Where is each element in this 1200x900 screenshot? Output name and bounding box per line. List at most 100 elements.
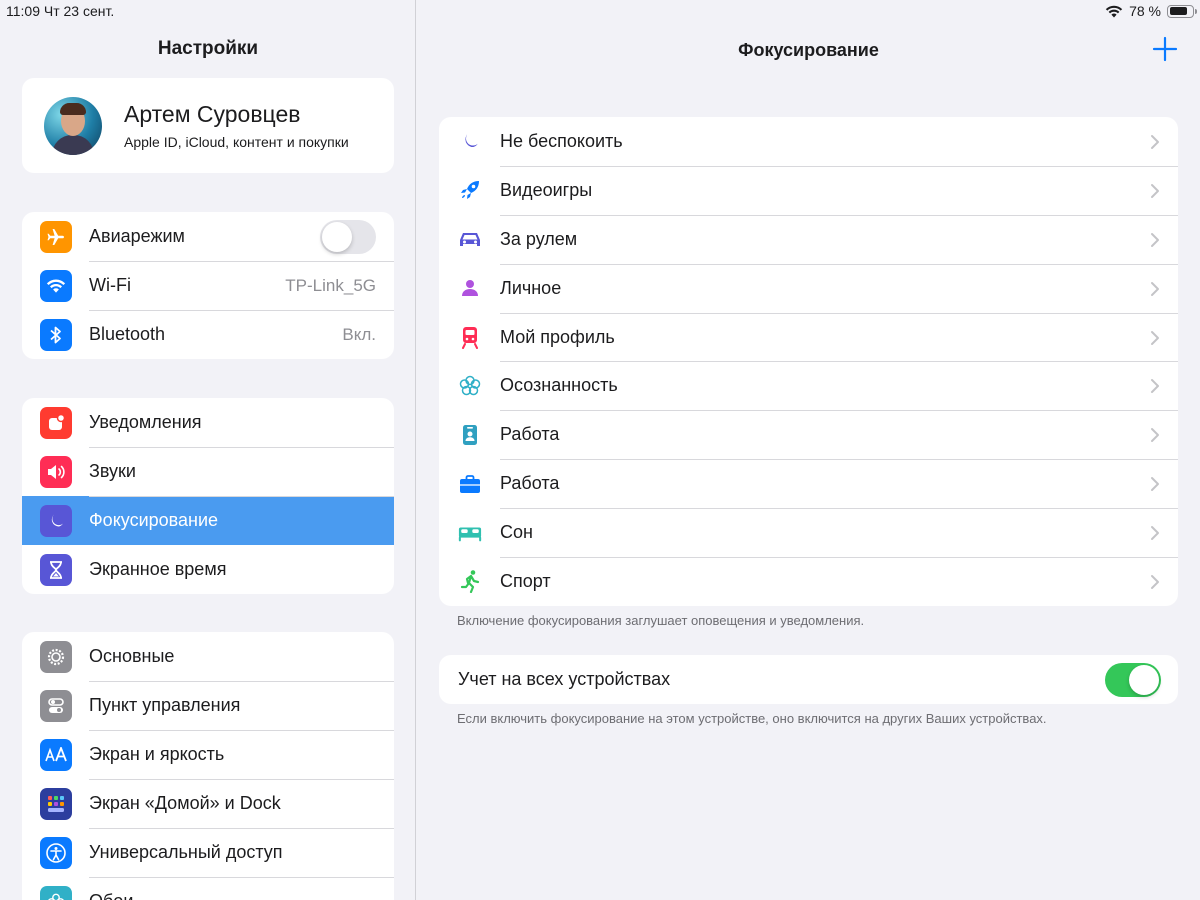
sidebar-item-bluetooth[interactable]: Bluetooth Вкл. bbox=[22, 310, 394, 359]
notifications-icon bbox=[40, 406, 72, 439]
focus-item-sleep[interactable]: Сон bbox=[439, 508, 1178, 557]
focus-item-label: Сон bbox=[500, 522, 533, 543]
focus-item-do-not-disturb[interactable]: Не беспокоить bbox=[439, 117, 1178, 166]
chevron-right-icon bbox=[1151, 232, 1159, 247]
sidebar-item-label: Пункт управления bbox=[89, 695, 241, 715]
gear-icon bbox=[40, 640, 72, 673]
runner-icon bbox=[458, 569, 482, 594]
profile-subtitle: Apple ID, iCloud, контент и покупки bbox=[124, 134, 349, 150]
person-icon bbox=[458, 276, 482, 300]
avatar bbox=[44, 96, 102, 155]
sidebar-item-notifications[interactable]: Уведомления bbox=[22, 398, 394, 447]
status-time: 11:09 Чт 23 сент. bbox=[6, 3, 114, 19]
sidebar-item-home-screen[interactable]: Экран «Домой» и Dock bbox=[22, 779, 394, 828]
car-icon bbox=[458, 227, 482, 251]
page-title: Фокусирование bbox=[738, 40, 879, 60]
status-bar: 11:09 Чт 23 сент. 78 % bbox=[0, 0, 1200, 22]
wifi-network-value: TP-Link_5G bbox=[285, 275, 376, 295]
sidebar-item-label: Экран «Домой» и Dock bbox=[89, 793, 281, 813]
sidebar-item-display[interactable]: Экран и яркость bbox=[22, 730, 394, 779]
focus-detail-pane: Фокусирование Не беспокоить Видеоигры За… bbox=[417, 0, 1200, 900]
briefcase-icon bbox=[458, 472, 482, 496]
focus-item-label: Работа bbox=[500, 424, 560, 445]
share-across-devices-toggle[interactable] bbox=[1105, 662, 1161, 697]
sidebar-item-screen-time[interactable]: Экранное время bbox=[22, 545, 394, 594]
profile-name: Артем Суровцев bbox=[124, 101, 301, 127]
chevron-right-icon bbox=[1151, 575, 1159, 590]
mindfulness-icon bbox=[458, 374, 482, 398]
chevron-right-icon bbox=[1151, 526, 1159, 541]
bluetooth-status-value: Вкл. bbox=[342, 324, 376, 344]
settings-sidebar: Настройки Артем Суровцев Apple ID, iClou… bbox=[0, 0, 416, 900]
connectivity-group: Авиарежим Wi-Fi TP-Link_5G Bluetooth Вкл… bbox=[22, 212, 394, 359]
sidebar-title: Настройки bbox=[157, 38, 259, 59]
focus-item-mindfulness[interactable]: Осознанность bbox=[439, 361, 1178, 410]
sidebar-item-label: Основные bbox=[89, 646, 175, 666]
sidebar-item-label: Bluetooth bbox=[89, 324, 166, 344]
general-group: Основные Пункт управления Экран и яркост… bbox=[22, 632, 394, 900]
chevron-right-icon bbox=[1151, 135, 1159, 149]
chevron-right-icon bbox=[1151, 379, 1159, 394]
sidebar-item-label: Wi-Fi bbox=[89, 275, 131, 295]
sidebar-item-label: Звуки bbox=[89, 461, 136, 481]
status-indicators: 78 % bbox=[1105, 3, 1197, 19]
airplane-icon bbox=[40, 220, 72, 253]
chevron-right-icon bbox=[1151, 428, 1159, 443]
sidebar-item-label: Универсальный доступ bbox=[89, 842, 283, 862]
home-grid-icon bbox=[40, 787, 72, 820]
rocket-icon bbox=[458, 178, 482, 202]
bluetooth-icon bbox=[40, 318, 72, 351]
sidebar-item-label: Экранное время bbox=[89, 559, 227, 579]
focus-item-personal[interactable]: Личное bbox=[439, 263, 1178, 313]
wifi-icon bbox=[40, 269, 72, 302]
focus-item-label: Видеоигры bbox=[500, 179, 593, 200]
focus-item-label: За рулем bbox=[500, 228, 578, 249]
chevron-right-icon bbox=[1151, 477, 1159, 492]
sidebar-item-label: Экран и яркость bbox=[89, 744, 225, 764]
focus-item-label: Спорт bbox=[500, 570, 551, 591]
battery-level bbox=[1169, 7, 1187, 15]
sidebar-item-sounds[interactable]: Звуки bbox=[22, 447, 394, 496]
sidebar-item-focus[interactable]: Фокусирование bbox=[22, 496, 394, 545]
focus-item-work-badge[interactable]: Работа bbox=[439, 410, 1178, 459]
sidebar-item-accessibility[interactable]: Универсальный доступ bbox=[22, 828, 394, 877]
battery-percent: 78 % bbox=[1129, 3, 1161, 19]
sidebar-item-wallpaper[interactable]: Обои bbox=[22, 877, 394, 900]
sidebar-item-label: Фокусирование bbox=[89, 510, 219, 530]
focus-item-fitness[interactable]: Спорт bbox=[439, 557, 1178, 606]
sidebar-item-wifi[interactable]: Wi-Fi TP-Link_5G bbox=[22, 261, 394, 310]
text-size-icon bbox=[40, 738, 72, 771]
focus-modes-list: Не беспокоить Видеоигры За рулем Личное … bbox=[439, 117, 1178, 606]
focus-item-my-profile[interactable]: Мой профиль bbox=[439, 312, 1178, 362]
sidebar-item-general[interactable]: Основные bbox=[22, 632, 394, 681]
focus-item-label: Мой профиль bbox=[500, 326, 615, 347]
date: Чт 23 сент. bbox=[43, 3, 115, 19]
chevron-right-icon bbox=[1151, 183, 1159, 198]
share-across-devices-row: Учет на всех устройствах bbox=[439, 655, 1178, 704]
focus-item-label: Осознанность bbox=[500, 375, 618, 396]
focus-item-driving[interactable]: За рулем bbox=[439, 214, 1178, 264]
airplane-toggle[interactable] bbox=[320, 219, 376, 254]
time: 11:09 bbox=[6, 3, 40, 19]
moon-icon bbox=[40, 504, 72, 537]
apple-id-profile[interactable]: Артем Суровцев Apple ID, iCloud, контент… bbox=[22, 78, 394, 173]
switches-icon bbox=[40, 689, 72, 722]
sidebar-item-label: Авиарежим bbox=[89, 226, 185, 246]
id-badge-icon bbox=[458, 423, 482, 447]
bed-icon bbox=[458, 521, 482, 545]
focus-item-work-briefcase[interactable]: Работа bbox=[439, 459, 1178, 508]
add-focus-button[interactable] bbox=[1152, 36, 1178, 62]
focus-item-label: Не беспокоить bbox=[500, 130, 623, 151]
accessibility-icon bbox=[40, 836, 72, 869]
focus-item-label: Работа bbox=[500, 473, 560, 494]
flower-icon bbox=[40, 885, 72, 900]
sidebar-item-control-center[interactable]: Пункт управления bbox=[22, 681, 394, 730]
moon-icon bbox=[458, 129, 482, 153]
battery-icon bbox=[1167, 4, 1197, 18]
chevron-right-icon bbox=[1151, 330, 1159, 345]
wifi-status-icon bbox=[1105, 5, 1123, 17]
focus-item-gaming[interactable]: Видеоигры bbox=[439, 165, 1178, 215]
notifications-group: Уведомления Звуки Фокусирование Экранное… bbox=[22, 398, 394, 594]
sidebar-item-airplane[interactable]: Авиарежим bbox=[22, 212, 394, 261]
chevron-right-icon bbox=[1151, 281, 1159, 296]
